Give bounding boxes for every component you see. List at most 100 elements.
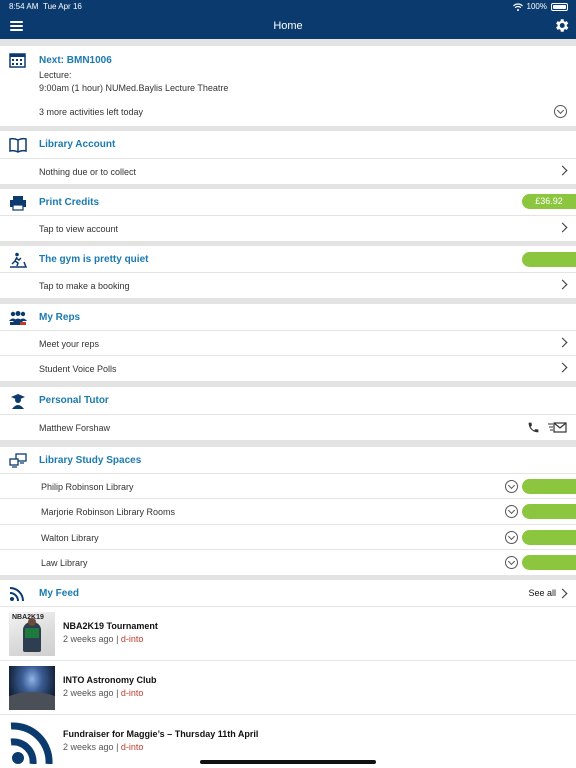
study-spaces-title: Library Study Spaces — [39, 455, 142, 466]
next-detail: 9:00am (1 hour) NUMed.Baylis Lecture The… — [39, 83, 229, 93]
tutor-card: Personal Tutor Matthew Forshaw — [0, 387, 576, 440]
expand-icon[interactable] — [505, 480, 518, 493]
tutor-title: Personal Tutor — [39, 395, 109, 406]
gym-row-label: Tap to make a booking — [39, 281, 130, 291]
feed-item-source[interactable]: d-into — [121, 634, 144, 644]
expand-icon[interactable] — [505, 505, 518, 518]
feed-item-source[interactable]: d-into — [121, 688, 144, 698]
gym-title: The gym is pretty quiet — [39, 254, 149, 265]
library-account-status: Nothing due or to collect — [39, 167, 137, 177]
chevron-right-icon — [557, 222, 568, 233]
gym-header: The gym is pretty quiet — [0, 246, 576, 274]
gym-row[interactable]: Tap to make a booking — [0, 272, 576, 297]
tutor-row: Matthew Forshaw — [0, 414, 576, 439]
feed-item-time: 2 weeks ago — [63, 688, 114, 698]
tutor-name: Matthew Forshaw — [39, 423, 111, 433]
study-space-name: Philip Robinson Library — [41, 482, 134, 492]
library-account-header: Library Account — [0, 131, 576, 159]
study-spaces-card: Library Study Spaces Philip Robinson Lib… — [0, 447, 576, 575]
print-credits-card: Print Credits £36.92 Tap to view account — [0, 189, 576, 241]
chevron-right-icon — [557, 337, 568, 348]
feed-item-title: NBA2K19 Tournament — [63, 621, 158, 631]
reps-card: My Reps Meet your reps Student Voice Pol… — [0, 304, 576, 381]
feed-header: My Feed See all — [0, 580, 576, 608]
phone-icon[interactable] — [527, 421, 540, 434]
reps-row-label: Meet your reps — [39, 339, 100, 349]
feed-item-separator: | — [116, 688, 119, 698]
study-space-row[interactable]: Marjorie Robinson Library Rooms — [0, 498, 576, 523]
occupancy-bar — [522, 504, 576, 519]
study-space-name: Marjorie Robinson Library Rooms — [41, 507, 176, 517]
feed-title: My Feed — [39, 588, 80, 599]
feed-item-title: INTO Astronomy Club — [63, 675, 157, 685]
calendar-icon — [9, 53, 26, 68]
home-indicator[interactable] — [200, 760, 376, 764]
next-activity-card: Next: BMN1006 Lecture: 9:00am (1 hour) N… — [0, 46, 576, 126]
computers-icon — [9, 453, 27, 468]
chevron-right-icon — [557, 279, 568, 290]
feed-item-separator: | — [116, 742, 119, 752]
printer-icon — [10, 196, 26, 211]
chevron-right-icon — [557, 362, 568, 373]
page-title: Home — [273, 20, 303, 32]
library-account-card: Library Account Nothing due or to collec… — [0, 131, 576, 184]
people-icon — [9, 311, 27, 325]
feed-thumbnail — [9, 720, 55, 764]
expand-icon[interactable] — [505, 556, 518, 569]
print-credits-row-label: Tap to view account — [39, 224, 119, 234]
reps-row-meet[interactable]: Meet your reps — [0, 330, 576, 355]
feed-item-time: 2 weeks ago — [63, 742, 114, 752]
wifi-icon — [512, 2, 523, 11]
library-account-row[interactable]: Nothing due or to collect — [0, 158, 576, 183]
study-space-row[interactable]: Walton Library — [0, 524, 576, 549]
treadmill-icon — [10, 252, 27, 268]
feed-item-time: 2 weeks ago — [63, 634, 114, 644]
feed-item-meta: 2 weeks ago | d-into — [63, 634, 143, 644]
feed-item-meta: 2 weeks ago | d-into — [63, 688, 143, 698]
occupancy-bar — [522, 479, 576, 494]
feed-thumbnail — [9, 666, 55, 710]
rss-icon — [9, 587, 24, 602]
expand-icon[interactable] — [554, 105, 567, 118]
feed-item-separator: | — [116, 634, 119, 644]
occupancy-bar — [522, 555, 576, 570]
print-credits-title: Print Credits — [39, 197, 100, 208]
next-type: Lecture: — [39, 70, 72, 80]
see-all-link[interactable]: See all — [528, 588, 556, 598]
gear-icon[interactable] — [553, 17, 570, 34]
feed-item-meta: 2 weeks ago | d-into — [63, 742, 143, 752]
tutor-header: Personal Tutor — [0, 387, 576, 415]
reps-header: My Reps — [0, 304, 576, 332]
next-title: Next: BMN1006 — [39, 55, 112, 66]
next-more[interactable]: 3 more activities left today — [39, 107, 143, 117]
rss-icon — [10, 722, 53, 764]
feed-item-title: Fundraiser for Maggie’s – Thursday 11th … — [63, 729, 259, 739]
status-date: Tue Apr 16 — [43, 2, 82, 11]
occupancy-bar — [522, 530, 576, 545]
feed-item[interactable]: NBA2K19 NBA2K19 Tournament 2 weeks ago |… — [0, 606, 576, 660]
email-icon[interactable] — [548, 422, 567, 433]
feed-item-source[interactable]: d-into — [121, 742, 144, 752]
graduate-icon — [11, 394, 25, 409]
chevron-right-icon[interactable] — [557, 588, 568, 599]
expand-icon[interactable] — [505, 531, 518, 544]
library-account-title: Library Account — [39, 139, 116, 150]
reps-title: My Reps — [39, 312, 81, 323]
print-credits-row[interactable]: Tap to view account — [0, 215, 576, 240]
feed-thumbnail: NBA2K19 — [9, 612, 55, 656]
print-credits-header: Print Credits £36.92 — [0, 189, 576, 217]
battery-percent: 100% — [526, 2, 547, 11]
study-space-row[interactable]: Law Library — [0, 549, 576, 574]
status-bar: 8:54 AM Tue Apr 16 100% — [0, 0, 576, 14]
gym-status-bar — [522, 252, 576, 267]
study-space-name: Law Library — [41, 558, 88, 568]
reps-row-label: Student Voice Polls — [39, 364, 117, 374]
feed-item[interactable]: INTO Astronomy Club 2 weeks ago | d-into — [0, 660, 576, 714]
status-time: 8:54 AM — [9, 2, 39, 11]
study-spaces-header: Library Study Spaces — [0, 447, 576, 475]
reps-row-polls[interactable]: Student Voice Polls — [0, 355, 576, 380]
nav-bar: Home — [0, 14, 576, 39]
study-space-row[interactable]: Philip Robinson Library — [0, 473, 576, 498]
battery-icon — [551, 2, 568, 11]
chevron-right-icon — [557, 165, 568, 176]
